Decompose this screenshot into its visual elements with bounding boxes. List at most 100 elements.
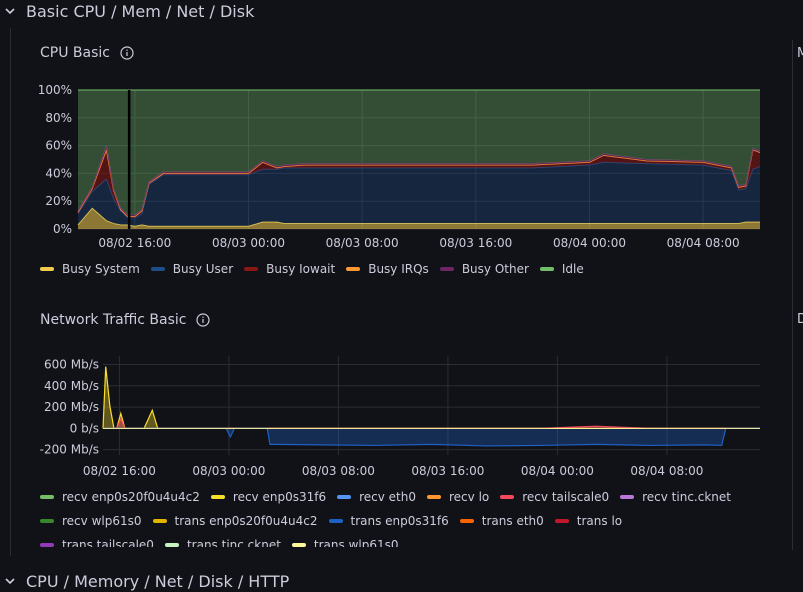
network-legend-item[interactable]: recv tailscale0 bbox=[500, 487, 609, 506]
network-legend-item[interactable]: trans wlp61s0 bbox=[291, 535, 399, 548]
x-tick-label: 08/04 00:00 bbox=[553, 236, 626, 250]
network-legend-item[interactable]: recv enp0s31f6 bbox=[210, 487, 327, 506]
legend-swatch bbox=[40, 542, 54, 547]
network-panel-title[interactable]: Network Traffic Basic bbox=[40, 312, 211, 328]
y-tick-label: 40% bbox=[45, 166, 72, 180]
legend-swatch bbox=[40, 518, 54, 523]
network-legend: recv enp0s20f0u4u4c2 recv enp0s31f6 recv e… bbox=[40, 487, 745, 547]
network-legend-item[interactable]: recv enp0s20f0u4u4c2 bbox=[40, 487, 200, 506]
network-legend-item[interactable]: trans eth0 bbox=[459, 511, 544, 530]
legend-swatch bbox=[328, 518, 343, 523]
cpu-legend-item[interactable]: Idle bbox=[539, 259, 584, 278]
cpu-legend-item[interactable]: Busy Other bbox=[439, 259, 529, 278]
network-legend-item[interactable]: trans tailscale0 bbox=[40, 535, 154, 547]
legend-label: Idle bbox=[561, 261, 584, 276]
cpu-legend-item[interactable]: Busy Iowait bbox=[244, 259, 335, 278]
legend-swatch bbox=[500, 494, 515, 499]
x-tick-label: 08/03 00:00 bbox=[212, 236, 285, 250]
x-tick-label: 08/03 08:00 bbox=[326, 236, 399, 250]
legend-swatch bbox=[210, 494, 225, 499]
network-legend-item[interactable]: trans enp0s20f0u4u4c2 bbox=[152, 511, 318, 530]
network-legend-item[interactable]: recv tinc.cknet bbox=[620, 487, 731, 506]
legend-label: trans enp0s31f6 bbox=[350, 513, 449, 528]
legend-swatch bbox=[40, 494, 54, 499]
row-header-cpu-memory[interactable]: CPU / Memory / Net / Disk / HTTP bbox=[0, 570, 289, 592]
y-tick-label: 200 Mb/s bbox=[44, 400, 99, 414]
cpu-legend-item[interactable]: Busy User bbox=[150, 259, 234, 278]
y-tick-label: 400 Mb/s bbox=[44, 379, 99, 393]
x-tick-label: 08/03 16:00 bbox=[411, 464, 484, 478]
legend-swatch bbox=[427, 494, 441, 499]
area-trans-enp0s31f6 bbox=[103, 428, 760, 446]
area-recv-enp0s31f6 bbox=[103, 366, 760, 429]
x-tick-label: 08/04 00:00 bbox=[521, 464, 594, 478]
legend-label: trans enp0s20f0u4u4c2 bbox=[174, 513, 318, 528]
cpu-panel-title[interactable]: CPU Basic bbox=[40, 45, 134, 61]
panel-title-text: Network Traffic Basic bbox=[40, 312, 187, 328]
y-tick-label: 100% bbox=[38, 83, 72, 97]
legend-swatch bbox=[459, 518, 474, 523]
y-tick-label: 20% bbox=[45, 194, 72, 208]
legend-label: trans tailscale0 bbox=[62, 537, 154, 548]
info-icon[interactable] bbox=[120, 46, 134, 60]
legend-swatch bbox=[152, 518, 167, 523]
legend-label: recv enp0s31f6 bbox=[232, 489, 327, 504]
legend-label: Busy Iowait bbox=[266, 261, 336, 276]
y-tick-label: -200 Mb/s bbox=[40, 443, 99, 457]
legend-swatch bbox=[150, 266, 165, 271]
legend-label: recv lo bbox=[449, 489, 490, 504]
x-tick-label: 08/03 00:00 bbox=[192, 464, 265, 478]
legend-label: Busy User bbox=[172, 261, 234, 276]
legend-swatch bbox=[164, 542, 179, 547]
x-tick-label: 08/03 08:00 bbox=[302, 464, 375, 478]
legend-label: recv tinc.cknet bbox=[642, 489, 731, 504]
y-tick-label: 0 b/s bbox=[70, 421, 99, 435]
panel-title-text: CPU Basic bbox=[40, 45, 110, 61]
legend-swatch bbox=[620, 494, 635, 499]
legend-label: Busy Other bbox=[461, 261, 529, 276]
y-tick-label: 600 Mb/s bbox=[44, 358, 99, 372]
legend-swatch bbox=[539, 266, 554, 271]
legend-swatch bbox=[346, 266, 361, 271]
y-tick-label: 80% bbox=[45, 111, 72, 125]
legend-swatch bbox=[337, 494, 352, 499]
network-legend-item[interactable]: recv lo bbox=[427, 487, 489, 506]
network-chart[interactable]: -200 Mb/s 0 b/s 200 Mb/s 400 Mb/s 600 Mb/s 08… bbox=[0, 348, 792, 483]
line-recv-tailscale0 bbox=[103, 417, 760, 429]
info-icon[interactable] bbox=[196, 313, 211, 327]
chevron-down-icon[interactable] bbox=[3, 574, 17, 588]
right-panel-title-partial: D bbox=[797, 312, 803, 327]
legend-label: trans eth0 bbox=[481, 513, 544, 528]
cpu-legend-item[interactable]: Busy System bbox=[40, 259, 140, 278]
chevron-down-icon[interactable] bbox=[3, 4, 17, 18]
x-tick-label: 08/04 08:00 bbox=[667, 236, 740, 250]
network-legend-item[interactable]: trans enp0s31f6 bbox=[328, 511, 449, 530]
cpu-legend-item[interactable]: Busy IRQs bbox=[346, 259, 429, 278]
network-legend-item[interactable]: recv wlp61s0 bbox=[40, 511, 142, 530]
legend-label: Busy IRQs bbox=[368, 261, 429, 276]
cpu-chart[interactable]: 0% 20% 40% 60% 80% 100% 08/02 16:00 08/03 00:00… bbox=[0, 80, 792, 260]
row-header-basic[interactable]: Basic CPU / Mem / Net / Disk bbox=[0, 0, 254, 22]
row-title: Basic CPU / Mem / Net / Disk bbox=[26, 1, 255, 21]
legend-label: Busy System bbox=[62, 261, 140, 276]
network-legend-item[interactable]: recv eth0 bbox=[337, 487, 416, 506]
y-tick-label: 0% bbox=[53, 222, 72, 236]
x-tick-label: 08/02 16:00 bbox=[83, 464, 156, 478]
legend-label: recv eth0 bbox=[359, 489, 416, 504]
legend-label: trans wlp61s0 bbox=[313, 537, 399, 548]
panel-border bbox=[792, 40, 793, 550]
network-legend-item[interactable]: trans tinc.cknet bbox=[164, 535, 281, 548]
row-title: CPU / Memory / Net / Disk / HTTP bbox=[26, 571, 290, 591]
cpu-legend: Busy System Busy User Busy Iowait Busy IRQs… bbox=[40, 259, 790, 278]
legend-label: trans tinc.cknet bbox=[186, 537, 281, 548]
legend-label: recv enp0s20f0u4u4c2 bbox=[62, 489, 200, 504]
legend-label: trans lo bbox=[576, 513, 623, 528]
legend-swatch bbox=[439, 266, 454, 271]
legend-label: recv wlp61s0 bbox=[62, 513, 142, 528]
line-recv-enp0s31f6 bbox=[102, 366, 760, 429]
network-legend-item[interactable]: trans lo bbox=[554, 511, 623, 530]
right-panel-title-partial: M bbox=[797, 46, 803, 61]
x-tick-label: 08/03 16:00 bbox=[439, 236, 512, 250]
legend-swatch bbox=[40, 266, 54, 271]
legend-swatch bbox=[554, 518, 569, 523]
